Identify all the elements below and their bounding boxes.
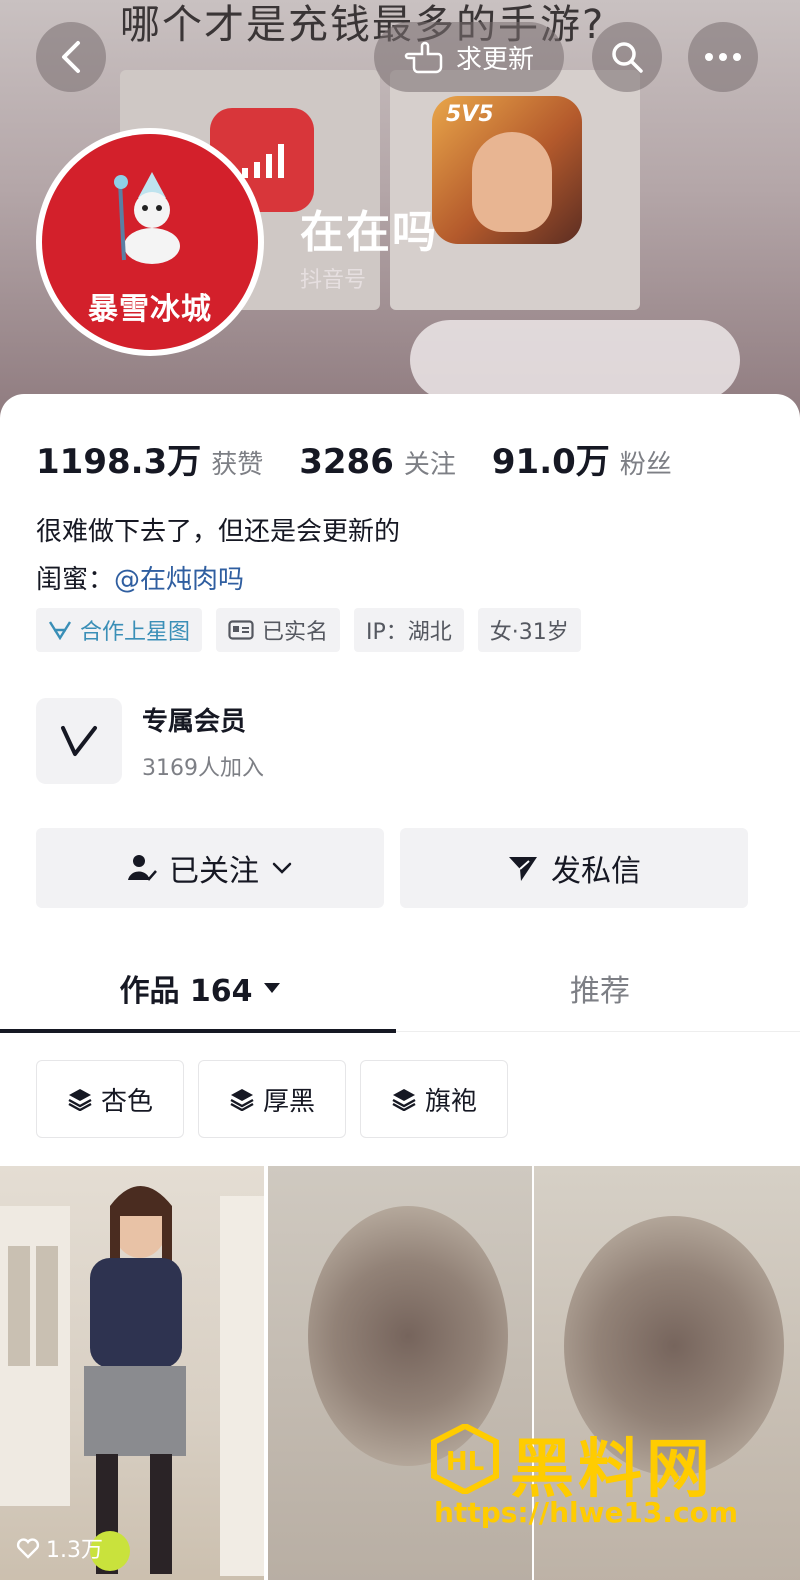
chevron-down-icon [272,862,292,874]
video-likes: 1.3万 [16,1532,103,1564]
active-tab-indicator [0,1029,396,1033]
tag-label: 合作上星图 [80,620,191,645]
account-id-label[interactable]: 抖音号 [300,262,366,294]
layers-icon [230,1089,254,1111]
send-message-button[interactable]: 发私信 [400,828,748,908]
collection-chip-label: 杏色 [100,1086,153,1117]
tab-works[interactable]: 作品 164 [0,944,400,1032]
game-app-icon: 5V5 [432,96,582,244]
candlestick-icon [242,144,284,178]
more-dots-icon [705,53,741,61]
likes-label: 获赞 [211,450,264,480]
bio-prefix: 闺蜜： [36,565,115,595]
bio-line: 很难做下去了，但还是会更新的 [36,517,401,547]
collection-chips: 杏色 厚黑 旗袍 [36,1060,508,1138]
svg-text:HL: HL [446,1447,484,1477]
snowman-mascot-icon [114,172,180,264]
avatar-caption: 暴雪冰城 [88,292,212,327]
hl-logo-icon: HL [431,1424,499,1494]
collection-chip[interactable]: 杏色 [36,1060,184,1138]
mention-link[interactable]: @在炖肉吗 [114,565,244,595]
membership-icon [36,698,122,784]
profile-name: 在在吗 [300,207,438,258]
profile-bio: 很难做下去了，但还是会更新的 闺蜜：@在炖肉吗 [36,508,400,604]
tag-label: IP：湖北 [366,620,452,645]
following-label[interactable]: 关注 [404,444,456,481]
tag-label: 已实名 [262,620,329,645]
collection-chip[interactable]: 旗袍 [360,1060,508,1138]
send-message-label: 发私信 [551,854,641,889]
avatar[interactable]: 暴雪冰城 [36,128,264,356]
video-thumbnail[interactable]: 1.3万 [0,1166,264,1580]
watermark-url: https://hlwe13.com [434,1496,739,1529]
followers-count[interactable]: 91.0万 [492,434,610,483]
collection-chip-label: 厚黑 [262,1086,315,1117]
blurred-area [410,320,740,400]
game-badge: 5V5 [446,102,494,127]
tab-recommend-label: 推荐 [570,974,630,1009]
hero-face-icon [472,132,552,232]
profile-banner: 哪个才是充钱最多的手游? 5V5 求更新 暴雪冰城 在在吗 抖音号 [0,0,800,420]
video-preview-image [0,1186,264,1576]
video-likes-count: 1.3万 [46,1538,103,1563]
layers-icon [392,1089,416,1111]
star-map-icon [48,621,72,640]
caret-down-icon [263,983,280,993]
collection-chip-label: 旗袍 [424,1086,477,1117]
request-update-label: 求更新 [455,44,534,75]
membership-text: 专属会员 3169人加入 [142,701,264,782]
tag-gender-age: 女·31岁 [477,608,581,652]
tag-verified[interactable]: 已实名 [216,608,341,652]
search-button[interactable] [592,22,662,92]
membership-title: 专属会员 [142,706,247,737]
profile-tags: 合作上星图 已实名 IP：湖北 女·31岁 [36,608,581,652]
tag-label: 女·31岁 [489,620,569,645]
profile-card: 1198.3万 获赞 3286 关注 91.0万 粉丝 很难做下去了，但还是会更… [0,394,800,1580]
heart-icon [16,1538,40,1559]
paper-plane-icon [509,857,537,881]
membership-count: 3169人加入 [142,755,264,781]
following-count[interactable]: 3286 [299,442,394,482]
tag-ip-location: IP：湖北 [354,608,464,652]
profile-stats: 1198.3万 获赞 3286 关注 91.0万 粉丝 [36,434,708,483]
request-update-button[interactable]: 求更新 [374,22,564,92]
collection-chip[interactable]: 厚黑 [198,1060,346,1138]
following-button-label: 已关注 [169,854,259,889]
following-button[interactable]: 已关注 [36,828,384,908]
profile-actions: 已关注 发私信 [36,828,748,908]
followers-label[interactable]: 粉丝 [620,444,672,481]
user-check-icon [128,855,157,881]
bio-line: 闺蜜：@在炖肉吗 [36,556,400,604]
pointing-hand-icon [404,41,443,74]
chevron-left-icon [62,41,80,73]
id-card-icon [228,620,254,640]
exclusive-membership[interactable]: 专属会员 3169人加入 [36,698,264,784]
tab-works-label: 作品 164 [119,974,253,1009]
back-button[interactable] [36,22,106,92]
v-logo-icon [61,726,97,756]
site-watermark: HL 黑料网 https://hlwe13.com [430,1418,790,1538]
more-button[interactable] [688,22,758,92]
likes-count: 1198.3万 [36,442,202,482]
content-tabs: 作品 164 推荐 [0,944,800,1033]
search-icon [612,42,643,73]
tab-recommend[interactable]: 推荐 [400,944,800,1032]
tag-star-map[interactable]: 合作上星图 [36,608,203,652]
layers-icon [68,1089,92,1111]
avatar-image: 暴雪冰城 [42,134,258,350]
